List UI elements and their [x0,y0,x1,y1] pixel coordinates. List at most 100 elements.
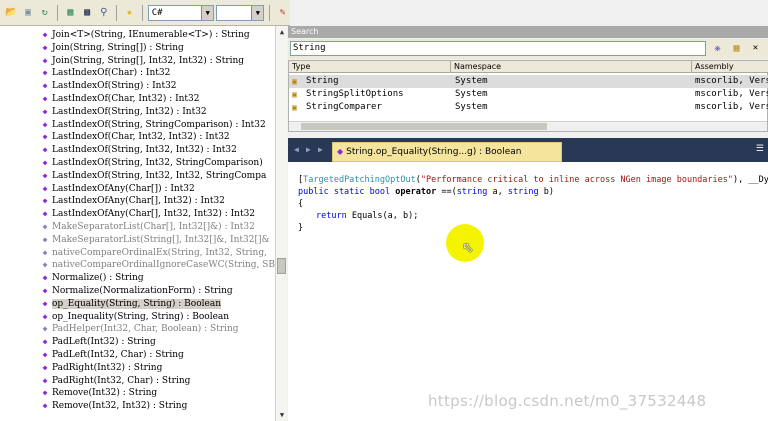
tree-item-label: PadHelper(Int32, Char, Boolean) : String [52,324,239,335]
chevron-down-icon[interactable]: ▼ [201,5,214,20]
edit-icon[interactable]: ✎ [275,5,290,21]
tree-item[interactable]: ◆ LastIndexOf(Char) : Int32 [38,66,171,79]
search-options-icon[interactable]: ▦ [729,41,744,56]
column-header-namespace[interactable]: Namespace [451,61,692,73]
method-icon: ◆ [42,337,48,347]
tree-item[interactable]: ◆ Remove(Int32, Int32) : String [38,399,188,412]
tree-item[interactable]: ◆ MakeSeparatorList(String[], Int32[]&, I… [38,233,270,246]
tree-item-label: Join(String, String[], Int32, Int32) : S… [52,55,245,66]
tree-item-label: PadLeft(Int32, Char) : String [52,350,184,360]
tree-item[interactable]: ◆ Normalize() : String [38,271,144,284]
method-icon: ◆ [337,147,344,156]
tree-item[interactable]: ◆ LastIndexOfAny(Char[], Int32) : Int32 [38,194,225,207]
tree-item[interactable]: ◆ op_Equality(String, String) : Boolean [38,297,221,310]
assembly-tree[interactable]: ◆ Join<T>(String, IEnumerable<T>) : Strin… [0,26,275,421]
tree-item-label: Normalize(NormalizationForm) : String [52,286,233,296]
language-select-value: C# [151,7,163,18]
tree-item[interactable]: ◆ MakeSeparatorList(Char[], Int32[]&) : I… [38,220,255,233]
result-row[interactable]: ▣ StringComparer System mscorlib, Versi [289,101,768,114]
search-results-list[interactable]: Type Namespace Assembly ▣ String System msc… [288,60,768,132]
tree-item[interactable]: ◆ Join(String, String[], Int32, Int32) : … [38,54,245,67]
tab-op-equality[interactable]: ◆ String.op_Equality(String...g) : Boolea… [332,142,562,162]
tree-item[interactable]: ◆ LastIndexOfAny(Char[], Int32, Int32) : … [38,207,255,220]
tree-item[interactable]: ◆ Remove(Int32) : String [38,386,158,399]
tree-item[interactable]: ◆ Join<T>(String, IEnumerable<T>) : Strin… [38,28,250,41]
toolbar-separator [269,4,271,21]
tree-item-label: nativeCompareOrdinalEx(String, Int32, St… [52,247,267,258]
result-row[interactable]: ▣ StringSplitOptions System mscorlib, Versi [289,88,768,101]
tree-item-label: PadLeft(Int32) : String [52,337,156,348]
tree-item[interactable]: ◆ LastIndexOf(String, Int32, Int32) : Int… [38,143,237,156]
method-icon: ◆ [42,375,48,385]
tree-item[interactable]: ◆ Normalize(NormalizationForm) : String [38,284,233,297]
tree-item[interactable]: ◆ LastIndexOf(String, Int32, Int32, Strin… [38,169,267,182]
refresh-icon[interactable]: ↻ [37,5,52,21]
save-icon[interactable]: ▣ [21,5,36,21]
open-folder-icon[interactable]: 📂 [4,5,19,21]
search-icon[interactable]: ⚲ [96,5,111,21]
scrollbar-thumb[interactable] [301,123,547,130]
tree-item-label: LastIndexOf(String, Int32) : Int32 [52,106,207,117]
result-type: StringSplitOptions [306,89,404,99]
search-bar: String ❋ ▦ ✕ [288,39,768,59]
tree-item[interactable]: ◆ LastIndexOfAny(Char[]) : Int32 [38,182,195,195]
method-icon: ◆ [42,68,48,78]
method-icon: ◆ [42,298,48,308]
toolbar-separator [141,4,143,21]
tree-item-label: LastIndexOf(Char) : Int32 [52,68,171,79]
scroll-down-icon[interactable]: ▼ [276,409,288,421]
tree-item[interactable]: ◆ nativeCompareOrdinalEx(String, Int32, S… [38,246,267,259]
private-method-icon: ◆ [42,247,48,257]
code-editor[interactable]: [TargetedPatchingOptOut("Performance cri… [288,162,768,421]
scrollbar-thumb[interactable] [277,258,286,274]
tree-item[interactable]: ◆ LastIndexOf(Char, Int32) : Int32 [38,92,200,105]
tree-item[interactable]: ◆ PadRight(Int32, Char) : String [38,374,191,387]
tree-item[interactable]: ◆ PadHelper(Int32, Char, Boolean) : Strin… [38,322,239,335]
tree-item[interactable]: ◆ PadLeft(Int32) : String [38,335,156,348]
tree-item[interactable]: ◆ op_Inequality(String, String) : Boolean [38,310,230,323]
results-hscrollbar[interactable] [289,121,767,131]
tree-item-label: Remove(Int32, Int32) : String [52,401,188,412]
tree-item[interactable]: ◆ Join(String, String[]) : String [38,41,184,54]
language-select[interactable]: C# ▼ [147,4,215,21]
tree-item[interactable]: ◆ PadLeft(Int32, Char) : String [38,348,184,361]
tab-menu-icon[interactable]: ☰ [756,144,764,154]
version-select[interactable]: ▼ [216,4,265,21]
private-method-icon: ◆ [42,222,48,231]
column-header-assembly[interactable]: Assembly [692,61,768,73]
tree-item-label: LastIndexOf(Char, Int32, Int32) : Int32 [52,132,230,143]
private-method-icon: ◆ [42,324,48,334]
console-icon[interactable]: ▩ [80,5,95,21]
method-icon: ◆ [42,106,48,116]
forward-icon[interactable]: ▶ [306,145,311,154]
tree-item[interactable]: ◆ LastIndexOf(Char, Int32, Int32) : Int32 [38,130,230,143]
class-icon: ▣ [292,77,297,86]
class-icon: ▣ [292,90,297,99]
column-header-type[interactable]: Type [289,61,451,73]
result-row[interactable]: ▣ String System mscorlib, Versi [289,75,768,88]
tree-scrollbar[interactable]: ▲ ▼ [275,26,287,421]
method-icon: ◆ [42,401,48,411]
tree-item-label: op_Inequality(String, String) : Boolean [52,311,230,322]
tree-item[interactable]: ◆ LastIndexOf(String, Int32, StringCompar… [38,156,263,169]
favorite-star-icon[interactable]: ★ [122,5,137,21]
method-icon: ◆ [42,132,48,142]
chevron-down-icon[interactable]: ▼ [251,5,264,20]
method-icon: ◆ [42,209,48,219]
tree-item[interactable]: ◆ LastIndexOf(String, Int32) : Int32 [38,105,207,118]
tree-item[interactable]: ◆ PadRight(Int32) : String [38,361,163,374]
tree-item[interactable]: ◆ nativeCompareOrdinalIgnoreCaseWC(String… [38,258,275,271]
tree-item[interactable]: ◆ LastIndexOf(String) : Int32 [38,79,177,92]
tree-item-label: LastIndexOf(String, Int32, Int32) : Int3… [52,145,237,156]
method-icon: ◆ [42,196,48,206]
back-icon[interactable]: ◀ [294,145,299,154]
classes-view-icon[interactable]: ▦ [63,5,78,21]
code-line: } [298,223,304,233]
forward-icon[interactable]: ▶ [318,145,323,154]
tree-item-label: LastIndexOf(Char, Int32) : Int32 [52,94,200,104]
search-input[interactable]: String [290,41,706,56]
scroll-up-icon[interactable]: ▲ [276,26,288,38]
close-icon[interactable]: ✕ [748,41,763,56]
tree-item[interactable]: ◆ LastIndexOf(String, StringComparison) :… [38,118,266,131]
search-mode-icon[interactable]: ❋ [710,41,725,56]
